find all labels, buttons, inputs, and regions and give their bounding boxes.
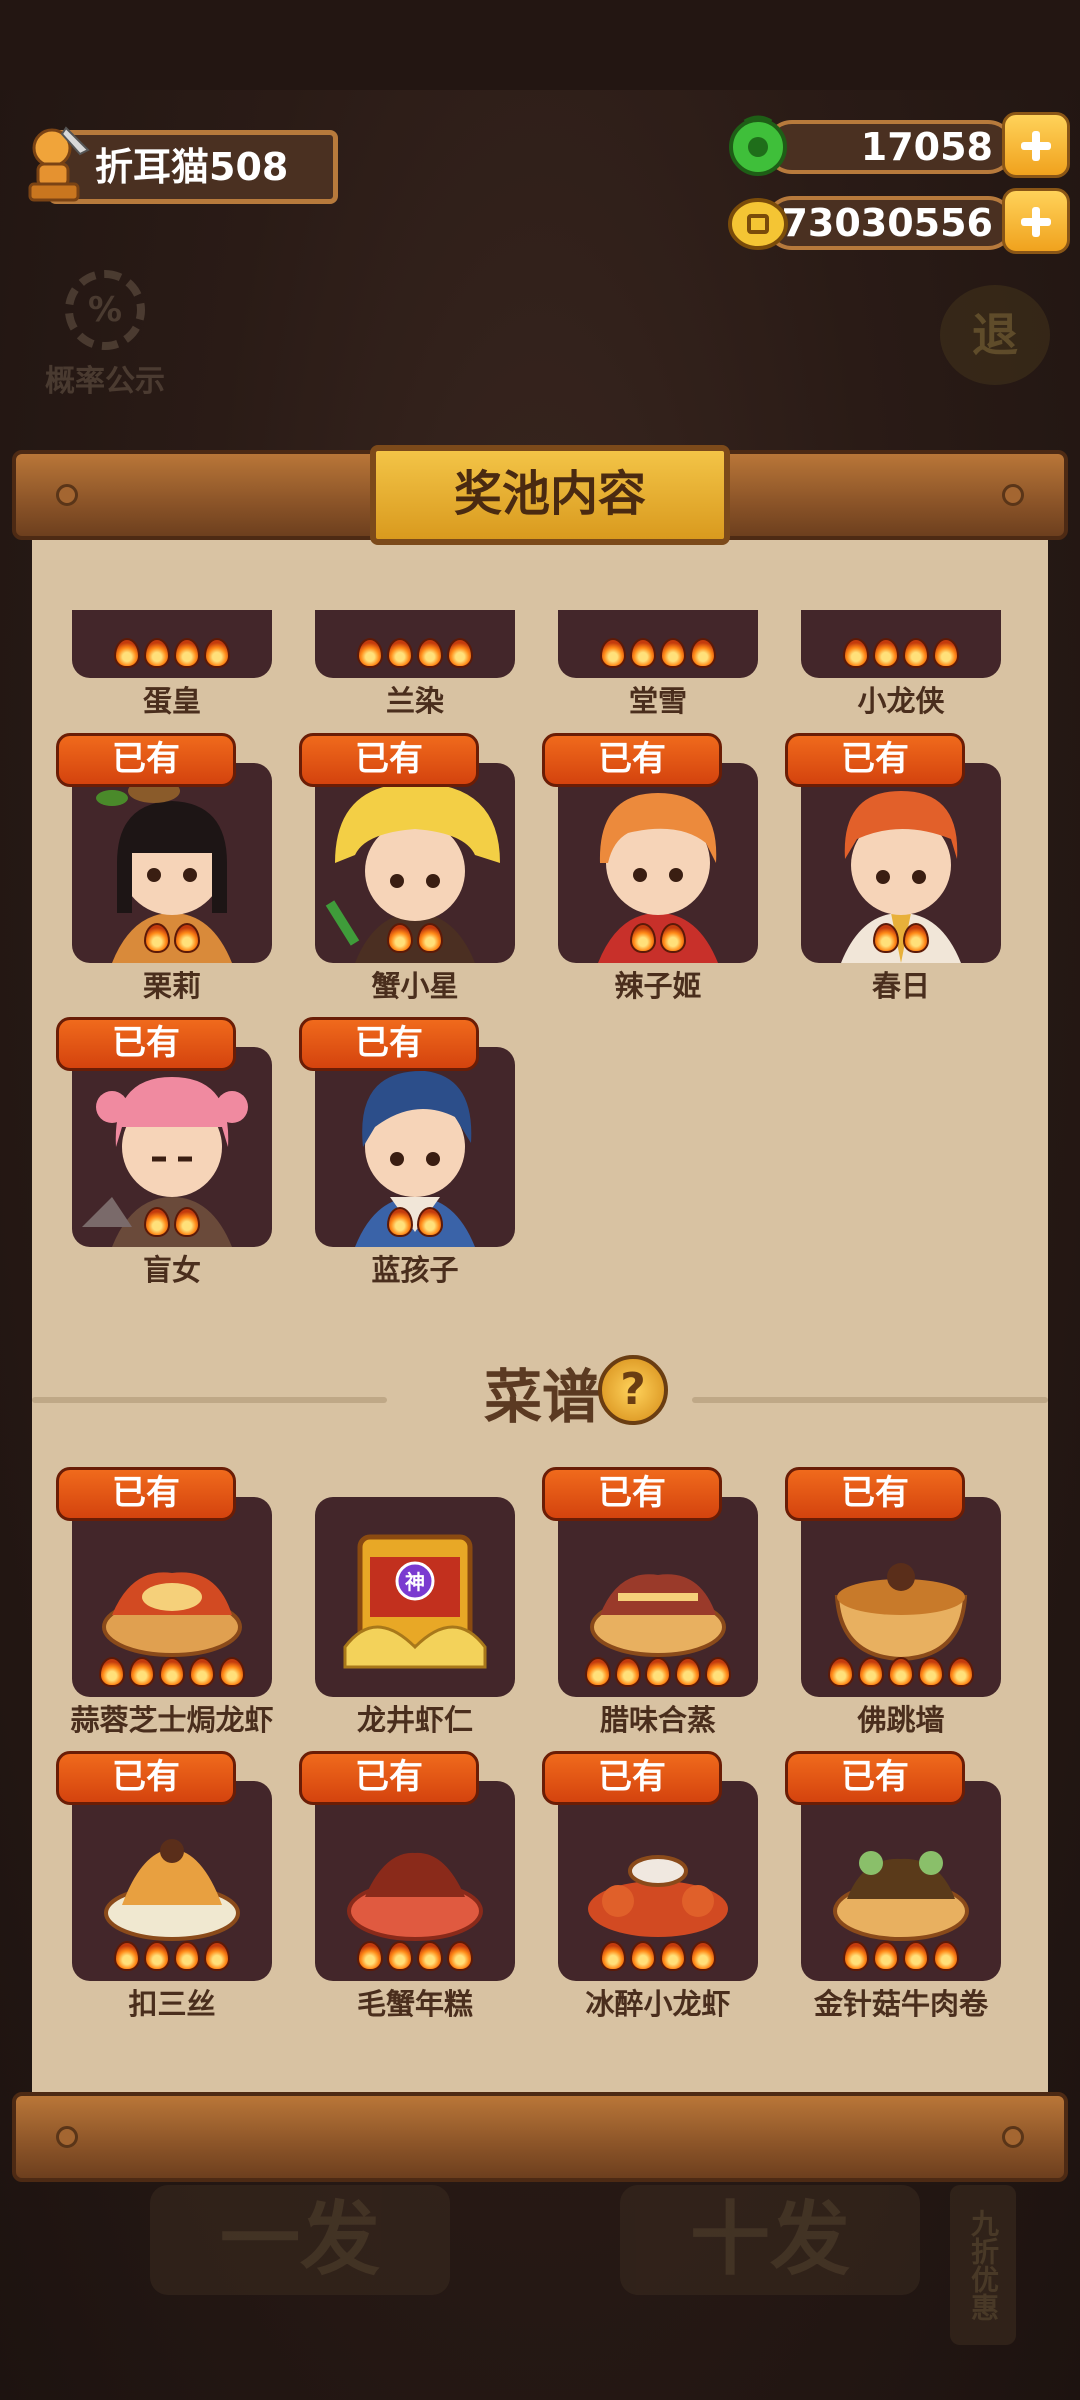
add-gold-button[interactable] xyxy=(1002,188,1070,254)
star-rating xyxy=(315,923,515,959)
star-rating xyxy=(801,923,1001,959)
help-question-icon[interactable]: ? xyxy=(598,1355,668,1425)
owned-badge: 已有 xyxy=(299,1017,479,1071)
recipe-name: 蒜蓉芝士焗龙虾 xyxy=(70,1703,274,1737)
star-rating xyxy=(801,638,1001,674)
owned-badge: 已有 xyxy=(299,733,479,787)
star-rating xyxy=(315,1207,515,1243)
character-name: 盲女 xyxy=(142,1253,201,1287)
exit-button[interactable]: 退 xyxy=(940,285,1050,385)
recipes-title: 菜谱 xyxy=(483,1363,600,1431)
star-rating xyxy=(72,923,272,959)
probability-label: 概率公示 xyxy=(45,364,165,399)
recipe-name: 龙井虾仁 xyxy=(356,1703,473,1737)
character-name: 堂雪 xyxy=(628,684,687,718)
player-name-plate[interactable]: 折耳猫508 xyxy=(8,120,338,210)
star-rating xyxy=(72,638,272,674)
add-jade-button[interactable] xyxy=(1002,112,1070,178)
ten-draw-button[interactable]: 十发 xyxy=(620,2185,920,2295)
jade-amount: 17058 xyxy=(765,120,1015,174)
recipe-name: 毛蟹年糕 xyxy=(356,1987,473,2021)
owned-badge: 已有 xyxy=(56,733,236,787)
owned-badge: 已有 xyxy=(542,733,722,787)
character-name: 春日 xyxy=(871,969,930,1003)
divine-badge: 神 xyxy=(405,1570,425,1594)
owned-badge: 已有 xyxy=(56,1751,236,1805)
recipe-name: 冰醉小龙虾 xyxy=(585,1987,731,2021)
character-name: 栗莉 xyxy=(142,969,201,1003)
owned-badge: 已有 xyxy=(785,1751,965,1805)
owned-badge: 已有 xyxy=(785,733,965,787)
owned-badge: 已有 xyxy=(542,1467,722,1521)
gold-amount: 73030556 xyxy=(765,196,1015,250)
owned-badge: 已有 xyxy=(299,1751,479,1805)
star-rating xyxy=(315,1941,515,1977)
star-rating xyxy=(72,1207,272,1243)
star-rating xyxy=(315,638,515,674)
owned-badge: 已有 xyxy=(542,1751,722,1805)
owned-badge: 已有 xyxy=(56,1467,236,1521)
recipe-name: 金针菇牛肉卷 xyxy=(813,1987,988,2021)
star-rating xyxy=(558,1941,758,1977)
discount-tag: 九折优惠 xyxy=(950,2185,1016,2345)
divider-line xyxy=(692,1397,1048,1403)
owned-badge: 已有 xyxy=(785,1467,965,1521)
character-name: 小龙侠 xyxy=(857,684,945,718)
recipe-name: 腊味合蒸 xyxy=(599,1703,716,1737)
character-name: 蟹小星 xyxy=(371,969,459,1003)
star-rating xyxy=(558,638,758,674)
character-name: 蛋皇 xyxy=(142,684,201,718)
divider-line xyxy=(32,1397,387,1403)
star-rating xyxy=(801,1657,1001,1693)
character-name: 蓝孩子 xyxy=(371,1253,459,1287)
owned-badge: 已有 xyxy=(56,1017,236,1071)
mystery-dish-chest-icon: 神 xyxy=(343,1534,487,1669)
single-draw-button[interactable]: 一发 xyxy=(150,2185,450,2295)
panel-title: 奖池内容 xyxy=(370,445,730,545)
jade-currency: 17058 xyxy=(725,112,1070,178)
star-rating xyxy=(801,1941,1001,1977)
star-rating xyxy=(72,1657,272,1693)
scroll-rod-bottom xyxy=(12,2092,1068,2182)
star-rating xyxy=(558,1657,758,1693)
gold-coin-icon xyxy=(728,198,788,250)
recipe-name: 扣三丝 xyxy=(128,1987,216,2021)
star-rating xyxy=(558,923,758,959)
jade-coin-icon xyxy=(729,115,787,176)
gold-currency: 73030556 xyxy=(725,188,1070,254)
character-name: 辣子姬 xyxy=(614,969,702,1003)
percent-gear-icon: % xyxy=(65,270,145,350)
probability-button[interactable]: % 概率公示 xyxy=(20,270,190,400)
star-rating xyxy=(72,1941,272,1977)
chef-trophy-icon xyxy=(28,126,90,202)
character-name: 兰染 xyxy=(385,684,444,718)
prize-pool-content[interactable]: 蛋皇 兰染 堂雪 小龙侠 已有 栗莉 已有 蟹小星 已有 辣子姬 已有 春日 已… xyxy=(32,560,1048,2090)
recipe-name: 佛跳墙 xyxy=(857,1703,945,1737)
